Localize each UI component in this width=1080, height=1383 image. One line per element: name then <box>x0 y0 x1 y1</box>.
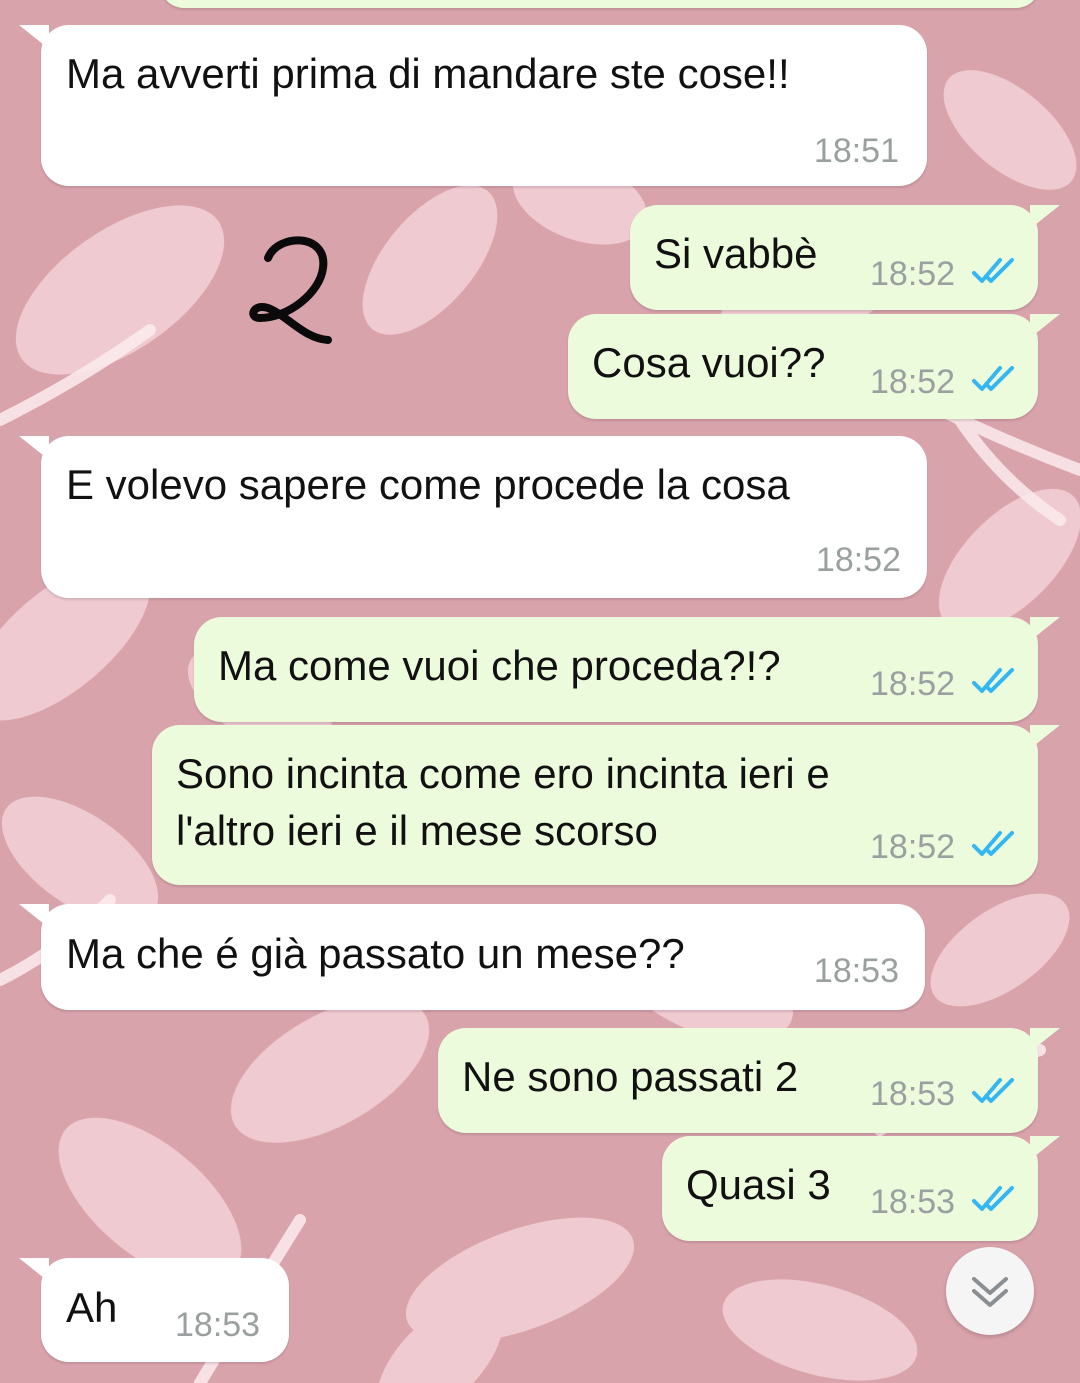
message-time: 18:52 <box>815 541 901 579</box>
message-text: Quasi 3 <box>686 1161 831 1208</box>
message-text: Si vabbè <box>654 230 818 277</box>
scroll-to-bottom-button[interactable] <box>946 1247 1034 1335</box>
message-time: 18:53 <box>870 1183 956 1221</box>
incoming-message[interactable]: E volevo sapere come procede la cosa 18:… <box>19 436 927 598</box>
outgoing-message[interactable]: Cosa vuoi?? 18:52 <box>568 314 1060 419</box>
message-text: Ma che é già passato un mese?? <box>66 930 685 977</box>
previous-message-bubble <box>160 0 1040 8</box>
outgoing-message[interactable]: Ne sono passati 2 18:53 <box>438 1028 1060 1133</box>
incoming-message[interactable]: Ma avverti prima di mandare ste cose!! 1… <box>19 25 927 186</box>
message-time: 18:53 <box>813 952 899 990</box>
message-text: Ah <box>66 1284 118 1331</box>
double-check-icon <box>972 1078 1014 1103</box>
message-text: Ma come vuoi che proceda?!? <box>218 642 781 689</box>
message-text: Cosa vuoi?? <box>592 339 826 386</box>
message-text-line-1: Sono incinta come ero incinta ieri e <box>176 750 830 797</box>
outgoing-message[interactable]: Quasi 3 18:53 <box>662 1136 1060 1241</box>
message-time: 18:52 <box>870 255 956 293</box>
handwritten-annotation <box>249 236 332 344</box>
double-check-icon <box>972 831 1014 856</box>
message-text-line-2: l'altro ieri e il mese scorso <box>176 807 658 854</box>
double-check-icon <box>972 258 1014 283</box>
outgoing-message[interactable]: Si vabbè 18:52 <box>630 205 1060 310</box>
chevron-double-down-icon <box>972 1277 1008 1307</box>
message-text: E volevo sapere come procede la cosa <box>66 461 790 508</box>
message-time: 18:51 <box>813 132 899 170</box>
message-time: 18:52 <box>870 828 956 866</box>
double-check-icon <box>972 1186 1014 1211</box>
message-time: 18:52 <box>870 363 956 401</box>
incoming-message[interactable]: Ma che é già passato un mese?? 18:53 <box>19 904 925 1010</box>
double-check-icon <box>972 366 1014 391</box>
incoming-message[interactable]: Ah 18:53 <box>19 1258 289 1362</box>
message-time: 18:52 <box>870 665 956 703</box>
message-text: Ne sono passati 2 <box>462 1053 799 1100</box>
message-text: Ma avverti prima di mandare ste cose!! <box>66 50 790 97</box>
outgoing-message[interactable]: Ma come vuoi che proceda?!? 18:52 <box>194 617 1060 722</box>
double-check-icon <box>972 668 1014 693</box>
outgoing-message[interactable]: Sono incinta come ero incinta ieri e l'a… <box>152 725 1060 885</box>
message-time: 18:53 <box>870 1075 956 1113</box>
message-time: 18:53 <box>175 1306 261 1344</box>
